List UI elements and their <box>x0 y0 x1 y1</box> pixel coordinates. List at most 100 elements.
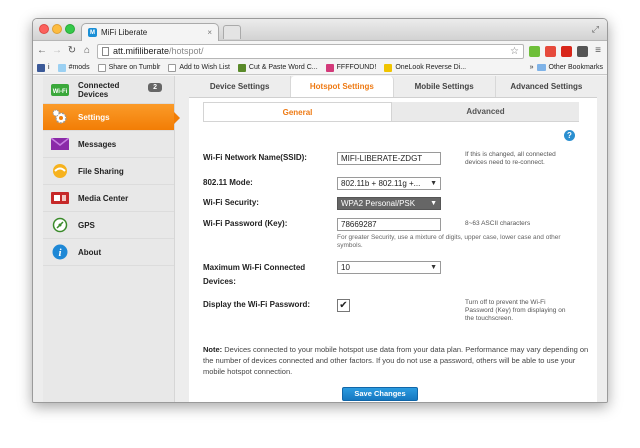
security-select[interactable]: WPA2 Personal/PSK ▼ <box>337 197 441 210</box>
svg-text:Wi-Fi: Wi-Fi <box>53 89 68 95</box>
fullscreen-icon[interactable]: ⤢ <box>592 24 599 35</box>
browser-tab[interactable]: M MiFi Liberate × <box>81 23 219 41</box>
bookmark-icon <box>237 63 246 72</box>
browser-window: M MiFi Liberate × ⤢ ← → ↻ ⌂ att.mifilibe… <box>32 18 608 403</box>
subtab-general[interactable]: General <box>203 102 392 121</box>
display-password-label: Display the Wi-Fi Password: <box>203 300 311 309</box>
mode-select[interactable]: 802.11b + 802.11g +... ▼ <box>337 177 441 190</box>
address-bar[interactable]: att.mifiliberate/hotspot/ ☆ <box>97 43 524 59</box>
max-devices-row: Maximum Wi-Fi Connected Devices: 10 ▼ <box>203 261 583 289</box>
hotspot-panel: General Advanced ? Wi-Fi Network Name(SS… <box>189 98 597 402</box>
settings-tabs: Device Settings Hotspot Settings Mobile … <box>189 76 597 98</box>
subtab-advanced[interactable]: Advanced <box>392 102 579 121</box>
tab-hotspot-settings[interactable]: Hotspot Settings <box>291 76 394 97</box>
bookmark-label: OneLook Reverse Di... <box>395 64 467 71</box>
security-select-value: WPA2 Personal/PSK <box>341 199 416 208</box>
url-host: att.mifiliberate <box>113 46 170 56</box>
bookmark-star-icon[interactable]: ☆ <box>510 46 519 57</box>
home-icon[interactable]: ⌂ <box>82 46 92 56</box>
mifi-favicon-icon: M <box>88 28 97 37</box>
bookmark-item[interactable]: FFFFOUND! <box>325 63 377 72</box>
bookmark-item[interactable]: Add to Wish List <box>168 63 230 72</box>
max-devices-label: Maximum Wi-Fi Connected Devices: <box>203 263 306 286</box>
tab-close-icon[interactable]: × <box>207 28 212 37</box>
hotspot-subtabs: General Advanced <box>203 102 579 122</box>
bookmark-icon <box>384 63 393 72</box>
hamburger-menu-icon[interactable]: ≡ <box>593 46 603 56</box>
sidebar: Wi-Fi Connected Devices 2 Settings Messa… <box>43 76 180 402</box>
bookmark-label: Add to Wish List <box>179 64 230 71</box>
bookmark-item[interactable]: Cut & Paste Word C... <box>237 63 318 72</box>
bookmark-icon <box>325 63 334 72</box>
close-window-button[interactable] <box>39 24 49 34</box>
sidebar-item-settings[interactable]: Settings <box>43 104 180 131</box>
security-row: Wi-Fi Security: WPA2 Personal/PSK ▼ <box>203 197 583 210</box>
bookmark-item[interactable]: OneLook Reverse Di... <box>384 63 467 72</box>
other-bookmarks[interactable]: » Other Bookmarks <box>530 64 603 71</box>
max-devices-select[interactable]: 10 ▼ <box>337 261 441 274</box>
wifi-icon: Wi-Fi <box>51 83 69 97</box>
bookmark-item[interactable]: i <box>37 63 50 72</box>
folder-icon <box>536 64 546 71</box>
sidebar-item-label: Settings <box>78 112 110 122</box>
max-devices-value: 10 <box>341 263 350 272</box>
mode-select-value: 802.11b + 802.11g +... <box>341 179 421 188</box>
bookmark-label: FFFFOUND! <box>336 64 377 71</box>
connected-count-badge: 2 <box>148 83 162 92</box>
tab-advanced-settings[interactable]: Advanced Settings <box>496 76 597 97</box>
password-row: Wi-Fi Password (Key): 78669287 For great… <box>203 218 583 250</box>
sidebar-item-file-sharing[interactable]: File Sharing <box>43 158 174 185</box>
note-text: Devices connected to your mobile hotspot… <box>203 345 589 376</box>
url-path: /hotspot/ <box>169 46 204 56</box>
password-input[interactable]: 78669287 <box>337 218 441 231</box>
sidebar-item-label: GPS <box>78 220 95 230</box>
mode-label: 802.11 Mode: <box>203 178 253 187</box>
sidebar-item-media-center[interactable]: Media Center <box>43 185 174 212</box>
reload-icon[interactable]: ↻ <box>67 46 77 56</box>
extension-menu-icon[interactable] <box>577 45 588 57</box>
maximize-window-button[interactable] <box>65 24 75 34</box>
gps-icon <box>51 217 69 233</box>
forward-arrow-icon[interactable]: → <box>52 46 62 56</box>
sidebar-item-about[interactable]: i About <box>43 239 174 266</box>
security-label: Wi-Fi Security: <box>203 198 259 207</box>
sidebar-item-connected-devices[interactable]: Wi-Fi Connected Devices 2 <box>43 76 174 104</box>
chevron-down-icon: ▼ <box>430 264 437 271</box>
bookmarks-overflow-icon[interactable]: » <box>530 64 534 71</box>
bookmark-item[interactable]: Share on Tumblr <box>97 63 160 72</box>
bookmark-icon <box>97 63 106 72</box>
display-password-checkbox[interactable]: ✔ <box>337 299 350 312</box>
bookmark-label: Cut & Paste Word C... <box>248 64 318 71</box>
tab-mobile-settings[interactable]: Mobile Settings <box>394 76 496 97</box>
bookmark-icon <box>57 63 66 72</box>
tab-device-settings[interactable]: Device Settings <box>189 76 292 97</box>
password-hint: 8~63 ASCII characters <box>465 220 531 227</box>
sidebar-item-label: About <box>78 247 102 257</box>
extension-gmail-icon[interactable] <box>545 45 556 57</box>
help-icon[interactable]: ? <box>564 130 575 141</box>
display-password-hint: Turn off to prevent the Wi-Fi Password (… <box>465 299 566 322</box>
main-content: Device Settings Hotspot Settings Mobile … <box>175 76 607 402</box>
extension-leaf-icon[interactable] <box>529 45 540 57</box>
mode-row: 802.11 Mode: 802.11b + 802.11g +... ▼ <box>203 177 583 190</box>
ssid-input[interactable]: MIFI-LIBERATE-ZDGT <box>337 152 441 165</box>
bookmark-label: #mods <box>68 64 90 71</box>
page-icon <box>102 46 109 56</box>
minimize-window-button[interactable] <box>52 24 62 34</box>
data-usage-note: Note: Devices connected to your mobile h… <box>203 344 589 377</box>
bookmark-icon <box>37 63 45 72</box>
sidebar-item-label: Messages <box>78 139 117 149</box>
gears-icon <box>51 109 69 124</box>
sidebar-item-label: File Sharing <box>78 166 124 176</box>
page: Wi-Fi Connected Devices 2 Settings Messa… <box>33 76 607 402</box>
bookmark-item[interactable]: #mods <box>57 63 90 72</box>
back-arrow-icon[interactable]: ← <box>37 46 47 56</box>
chevron-down-icon: ▼ <box>430 200 437 207</box>
sidebar-item-gps[interactable]: GPS <box>43 212 174 239</box>
new-tab-button[interactable] <box>223 25 241 39</box>
extension-lastpass-icon[interactable] <box>561 45 572 57</box>
note-prefix: Note: <box>203 345 223 354</box>
save-changes-button[interactable]: Save Changes <box>342 387 418 401</box>
sidebar-item-messages[interactable]: Messages <box>43 131 174 158</box>
bookmark-icon <box>168 63 177 72</box>
